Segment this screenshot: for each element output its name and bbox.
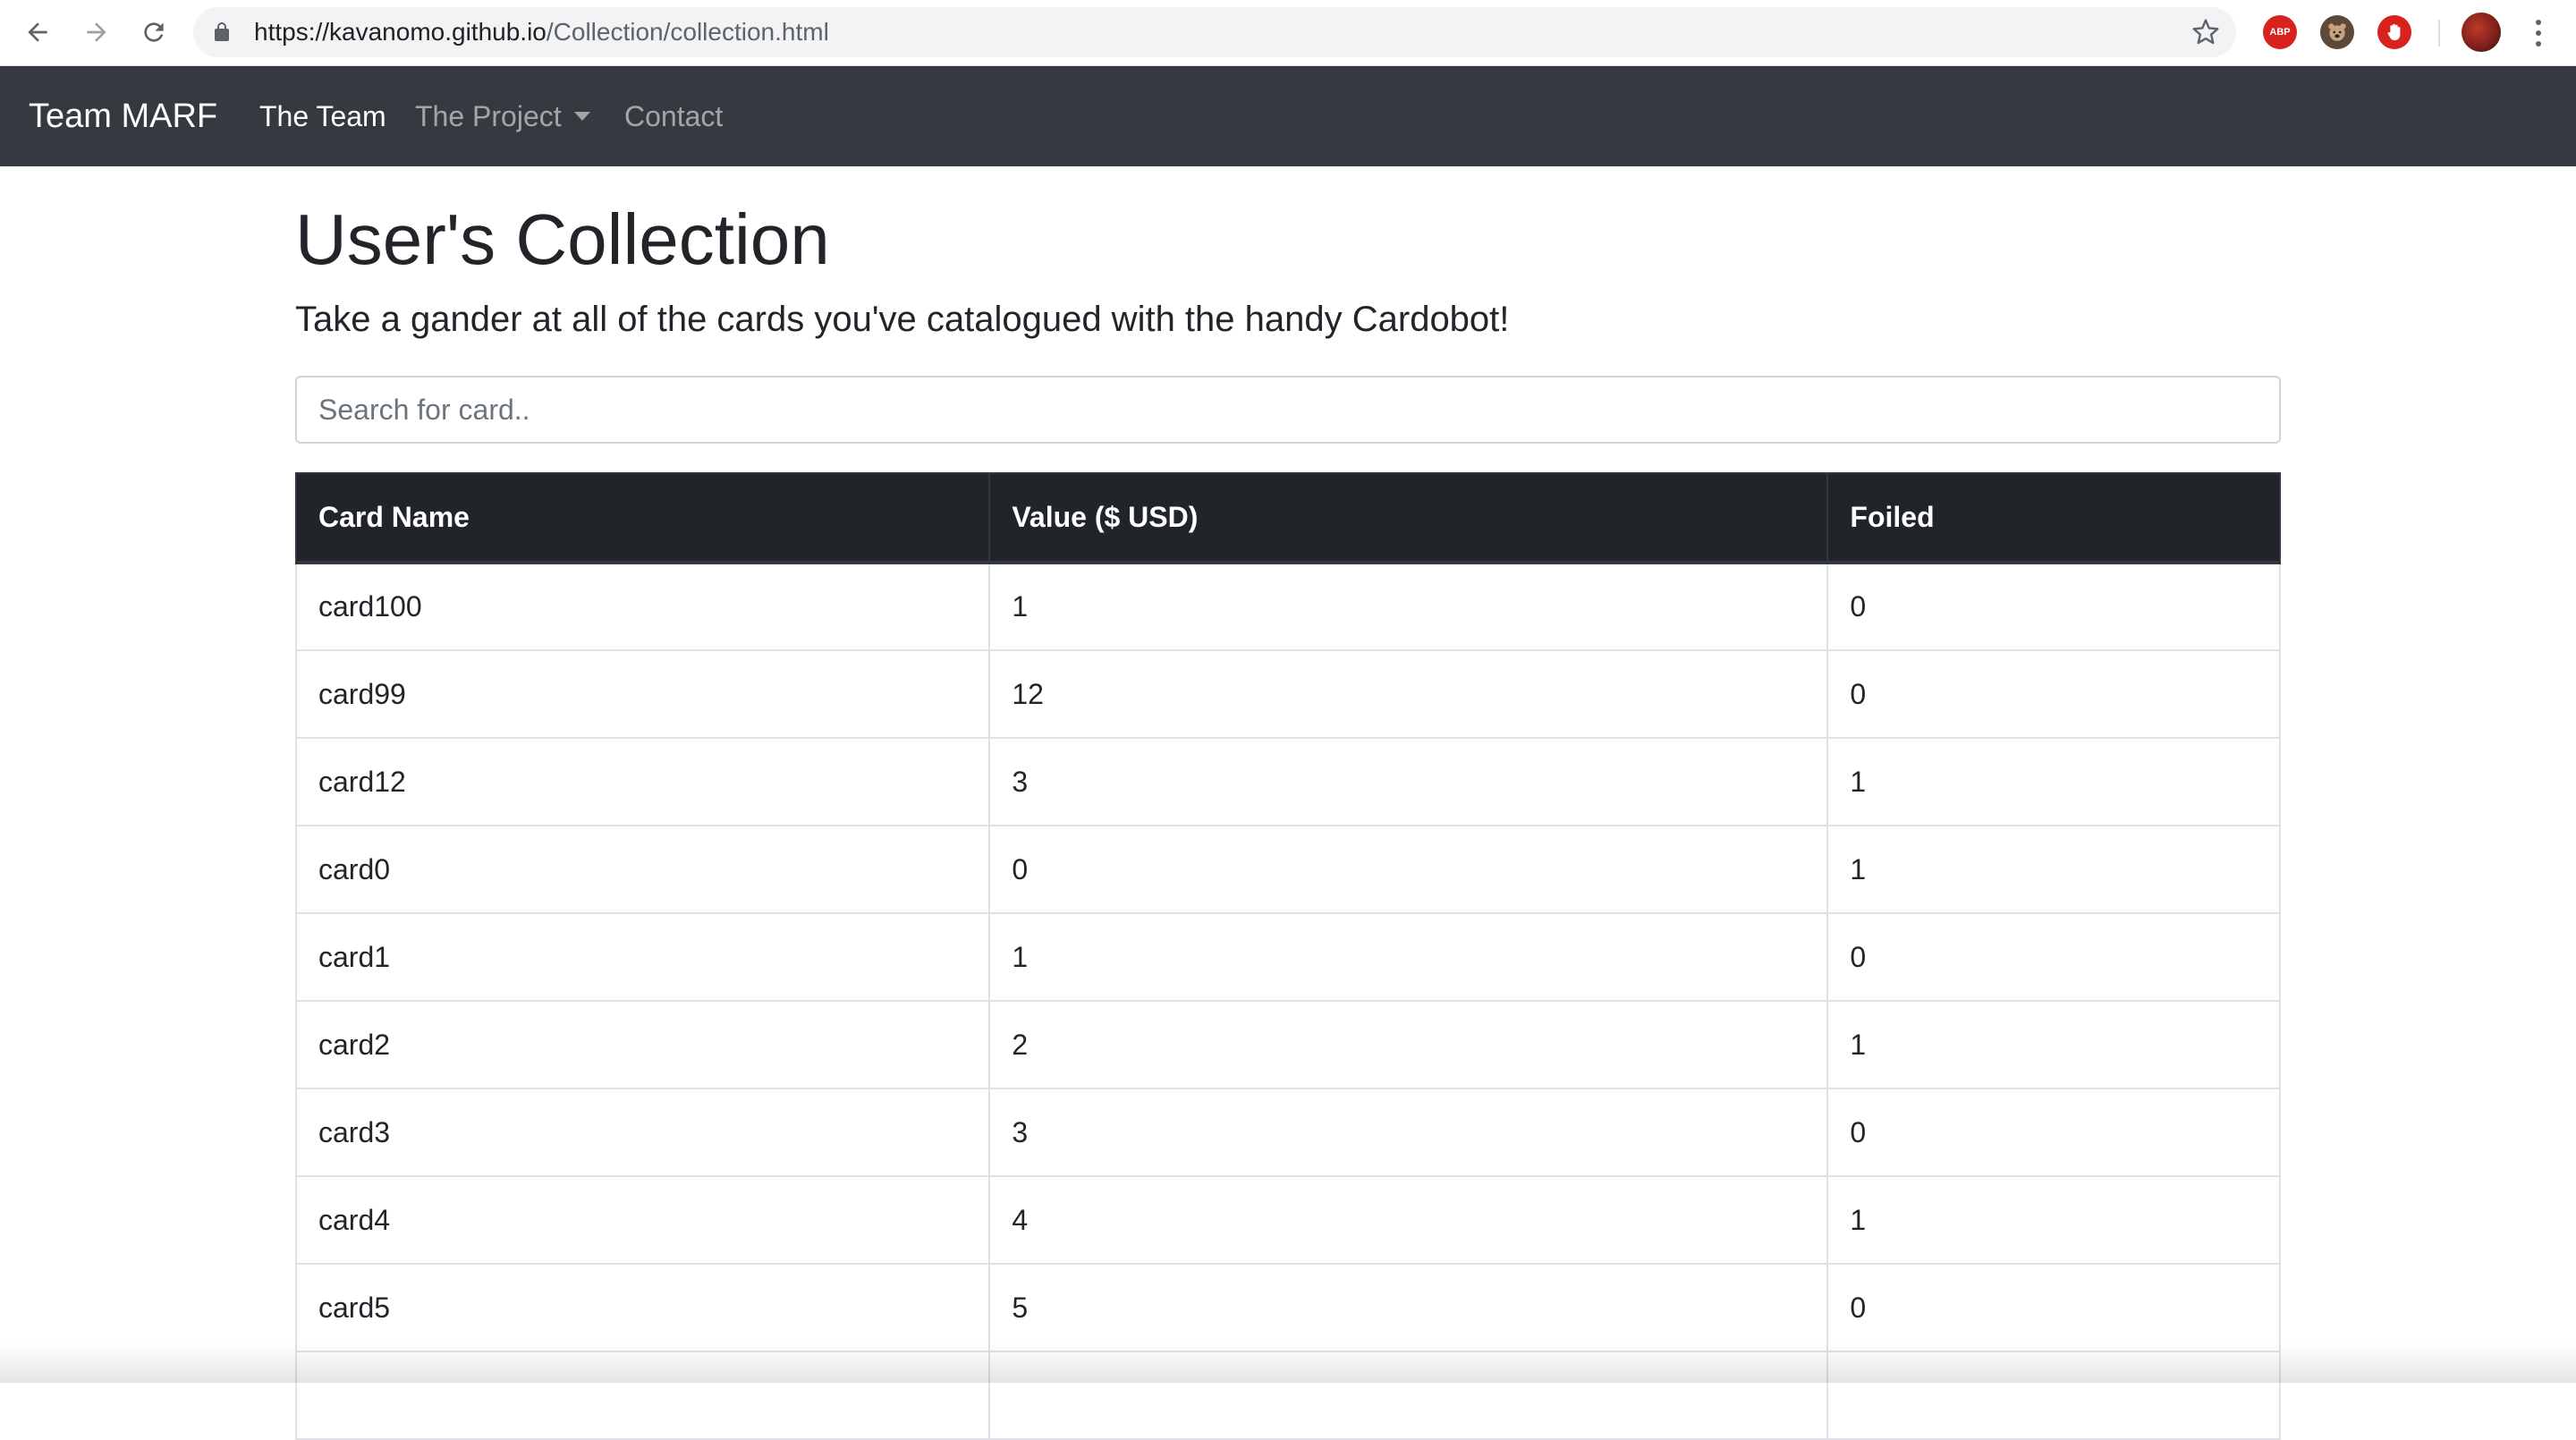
foiled-cell: 0 (1826, 1263, 2281, 1352)
table-row: card2 2 1 (294, 1000, 2281, 1089)
foiled-cell: 0 (1826, 912, 2281, 1002)
caret-down-icon (573, 112, 590, 121)
table-row: card12 3 1 (294, 737, 2281, 826)
nav-link-the-project[interactable]: The Project (415, 66, 590, 166)
foiled-cell: 1 (1826, 1000, 2281, 1089)
value-cell: 3 (988, 1088, 1829, 1177)
value-cell: 5 (988, 1263, 1829, 1352)
table-row: card1 1 0 (294, 912, 2281, 1002)
adblock-extension-icon[interactable]: ABP (2263, 15, 2297, 49)
card-name-cell: card0 (294, 825, 991, 914)
column-header-value[interactable]: Value ($ USD) (988, 472, 1829, 564)
table-row-partial (294, 1351, 2281, 1440)
foiled-cell (1826, 1351, 2281, 1440)
value-cell: 12 (988, 649, 1829, 739)
value-cell: 0 (988, 825, 1829, 914)
profile-avatar[interactable] (2462, 13, 2501, 52)
card-name-cell: card1 (294, 912, 991, 1002)
reload-button[interactable] (136, 14, 172, 50)
page-title: User's Collection (295, 199, 830, 279)
main-content: User's Collection Take a gander at all o… (294, 166, 2281, 1440)
browser-toolbar: https://kavanomo.github.io/Collection/co… (0, 0, 2576, 66)
arrow-right-icon (87, 22, 106, 42)
toolbar-divider (2438, 20, 2440, 47)
card-name-cell: card12 (294, 737, 991, 826)
arrow-left-icon (28, 22, 47, 42)
nav-link-contact[interactable]: Contact (624, 66, 723, 166)
foiled-cell: 0 (1826, 1088, 2281, 1177)
vertical-dots-icon[interactable] (2528, 16, 2549, 50)
value-cell: 3 (988, 737, 1829, 826)
card-name-cell: card99 (294, 649, 991, 739)
card-name-cell: card2 (294, 1000, 991, 1089)
value-cell (988, 1351, 1829, 1440)
foiled-cell: 1 (1826, 825, 2281, 914)
card-name-cell: card5 (294, 1263, 991, 1352)
forward-button[interactable] (79, 14, 114, 50)
back-button[interactable] (20, 14, 55, 50)
lock-icon (215, 22, 229, 41)
foiled-cell: 1 (1826, 737, 2281, 826)
table-row: card0 0 1 (294, 825, 2281, 914)
value-cell: 2 (988, 1000, 1829, 1089)
table-row: card99 12 0 (294, 649, 2281, 739)
table-row: card100 1 0 (294, 562, 2281, 651)
hand-extension-icon[interactable] (2377, 15, 2411, 49)
value-cell: 1 (988, 912, 1829, 1002)
nav-link-the-project-label: The Project (415, 100, 562, 132)
table-row: card3 3 0 (294, 1088, 2281, 1177)
value-cell: 1 (988, 562, 1829, 651)
page-lead: Take a gander at all of the cards you've… (295, 300, 1510, 339)
card-name-cell (294, 1351, 991, 1440)
foiled-cell: 0 (1826, 562, 2281, 651)
foiled-cell: 1 (1826, 1175, 2281, 1265)
card-name-cell: card4 (294, 1175, 991, 1265)
card-name-cell: card3 (294, 1088, 991, 1177)
url-text[interactable]: https://kavanomo.github.io/Collection/co… (254, 7, 829, 57)
address-bar[interactable]: https://kavanomo.github.io/Collection/co… (193, 7, 2236, 57)
site-navbar: Team MARF The Team The Project Contact (0, 66, 2576, 166)
url-host: https://kavanomo.github.io (254, 18, 547, 46)
value-cell: 4 (988, 1175, 1829, 1265)
adblock-label: ABP (2269, 27, 2291, 38)
table-header-row: Card Name Value ($ USD) Foiled (294, 472, 2281, 564)
reload-icon (144, 22, 164, 42)
bear-face-icon (2328, 23, 2346, 41)
nav-link-the-team[interactable]: The Team (259, 66, 386, 166)
foiled-cell: 0 (1826, 649, 2281, 739)
table-row: card5 5 0 (294, 1263, 2281, 1352)
column-header-foiled[interactable]: Foiled (1826, 472, 2281, 564)
navbar-brand[interactable]: Team MARF (29, 66, 217, 166)
hand-icon (2387, 23, 2401, 41)
url-path: /Collection/collection.html (546, 18, 829, 46)
collection-table: Card Name Value ($ USD) Foiled card100 1… (294, 472, 2281, 1440)
table-row: card4 4 1 (294, 1175, 2281, 1265)
card-name-cell: card100 (294, 562, 991, 651)
search-input[interactable] (295, 376, 2281, 444)
star-icon[interactable] (2191, 18, 2220, 47)
column-header-card-name[interactable]: Card Name (294, 472, 991, 564)
bear-extension-icon[interactable] (2320, 15, 2354, 49)
